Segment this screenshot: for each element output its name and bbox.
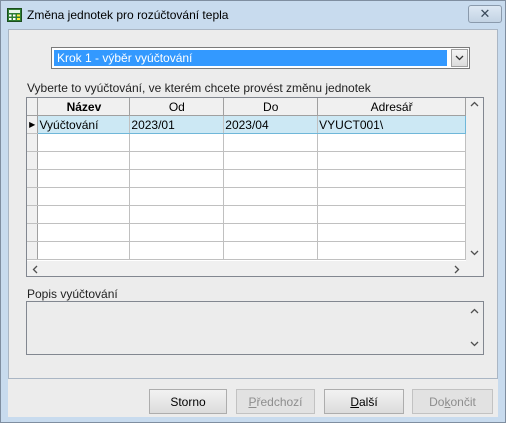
column-header-directory[interactable]: Adresář — [317, 98, 466, 116]
next-button-label: Další — [350, 394, 378, 409]
billing-grid[interactable]: Název Od Do Adresář ▶ Vyúčtování 2023/01… — [26, 97, 484, 277]
cancel-button-label: Storno — [170, 394, 206, 409]
previous-button[interactable]: Předchozí — [236, 389, 315, 414]
scroll-right-icon[interactable] — [454, 265, 460, 274]
description-scrollbar[interactable] — [466, 302, 483, 354]
billing-table: Název Od Do Adresář ▶ Vyúčtování 2023/01… — [27, 98, 466, 260]
step-select-value: Krok 1 - výběr vyúčtování — [53, 49, 448, 67]
chevron-down-icon[interactable] — [451, 49, 468, 67]
empty-table-row[interactable] — [27, 205, 466, 224]
cancel-button[interactable]: Storno — [149, 389, 227, 414]
previous-button-label: Předchozí — [248, 394, 303, 409]
grid-instruction-label: Vyberte to vyúčtování, ve kterém chcete … — [27, 81, 371, 95]
table-header-row: Název Od Do Adresář — [27, 98, 466, 116]
cell-to[interactable]: 2023/04 — [223, 115, 319, 134]
empty-table-row[interactable] — [27, 133, 466, 152]
cell-from[interactable]: 2023/01 — [129, 115, 225, 134]
grid-viewport: Název Od Do Adresář ▶ Vyúčtování 2023/01… — [27, 98, 466, 261]
description-label: Popis vyúčtování — [27, 287, 118, 301]
scroll-down-icon[interactable] — [470, 250, 479, 256]
grid-horizontal-scrollbar[interactable] — [27, 261, 466, 276]
column-header-from[interactable]: Od — [129, 98, 225, 116]
empty-table-row[interactable] — [27, 241, 466, 260]
column-header-name[interactable]: Název — [37, 98, 131, 116]
empty-table-row[interactable] — [27, 223, 466, 242]
row-indicator-icon: ▶ — [27, 115, 39, 134]
step-select[interactable]: Krok 1 - výběr vyúčtování — [51, 47, 470, 69]
calculator-app-icon — [7, 8, 22, 22]
header-indicator — [27, 98, 39, 116]
next-button[interactable]: Další — [324, 389, 404, 414]
cell-directory[interactable]: VYUCT001\ — [317, 115, 466, 134]
scroll-up-icon[interactable] — [470, 101, 479, 107]
finish-button-label: Dokončit — [429, 394, 476, 409]
scrollbar-corner — [466, 261, 483, 276]
table-row[interactable]: ▶ Vyúčtování 2023/01 2023/04 VYUCT001\ — [27, 115, 466, 134]
description-field[interactable] — [26, 301, 484, 355]
grid-vertical-scrollbar[interactable] — [466, 98, 483, 261]
finish-button[interactable]: Dokončit — [412, 389, 493, 414]
empty-table-row[interactable] — [27, 187, 466, 206]
scroll-down-icon[interactable] — [470, 341, 479, 347]
title-bar[interactable]: Změna jednotek pro rozúčtování tepla ✕ — [1, 1, 505, 29]
scroll-left-icon[interactable] — [32, 265, 38, 274]
scroll-up-icon[interactable] — [470, 308, 479, 314]
cell-name[interactable]: Vyúčtování — [37, 115, 131, 134]
close-icon: ✕ — [479, 6, 491, 21]
close-button[interactable]: ✕ — [468, 5, 502, 23]
empty-table-row[interactable] — [27, 151, 466, 170]
window-title: Změna jednotek pro rozúčtování tepla — [27, 8, 229, 22]
column-header-to[interactable]: Do — [223, 98, 319, 116]
empty-table-row[interactable] — [27, 169, 466, 188]
